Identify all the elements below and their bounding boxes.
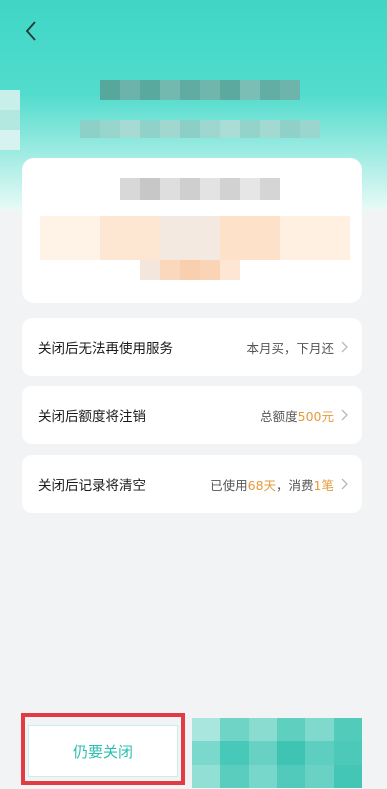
row-value-text: ，消费 (276, 477, 314, 493)
blurred-card-detail (140, 260, 240, 280)
row-label: 关闭后额度将注销 (38, 409, 146, 425)
blurred-title (100, 80, 300, 100)
chevron-left-icon (25, 21, 36, 41)
row-value: 总额度 500元 (260, 406, 348, 425)
row-value: 已使用 68天 ，消费 1笔 (210, 475, 348, 494)
status-bar (0, 0, 387, 14)
row-label: 关闭后无法再使用服务 (38, 341, 173, 357)
blurred-card-amount (40, 216, 350, 260)
row-value-text: 本月买，下月还 (246, 340, 334, 356)
account-summary-card (22, 158, 362, 303)
chevron-right-icon (341, 478, 348, 490)
blurred-left-edge (0, 90, 20, 150)
info-row-credit[interactable]: 关闭后额度将注销 总额度 500元 (22, 386, 362, 444)
row-value-text: 已使用 (210, 477, 248, 493)
blurred-secondary-button (192, 718, 362, 788)
row-value: 本月买，下月还 (246, 338, 348, 357)
blurred-subtitle (80, 120, 320, 138)
days-used: 68天 (247, 477, 277, 493)
row-label: 关闭后记录将清空 (38, 478, 146, 494)
chevron-right-icon (341, 409, 348, 421)
credit-amount: 500元 (297, 408, 334, 424)
back-button[interactable] (22, 18, 42, 44)
chevron-right-icon (341, 341, 348, 353)
annotation-highlight-box (21, 713, 185, 785)
info-row-service[interactable]: 关闭后无法再使用服务 本月买，下月还 (22, 318, 362, 376)
transaction-count: 1笔 (313, 477, 334, 493)
blurred-card-title (120, 178, 280, 200)
info-row-records[interactable]: 关闭后记录将清空 已使用 68天 ，消费 1笔 (22, 455, 362, 513)
row-value-text: 总额度 (260, 408, 298, 424)
